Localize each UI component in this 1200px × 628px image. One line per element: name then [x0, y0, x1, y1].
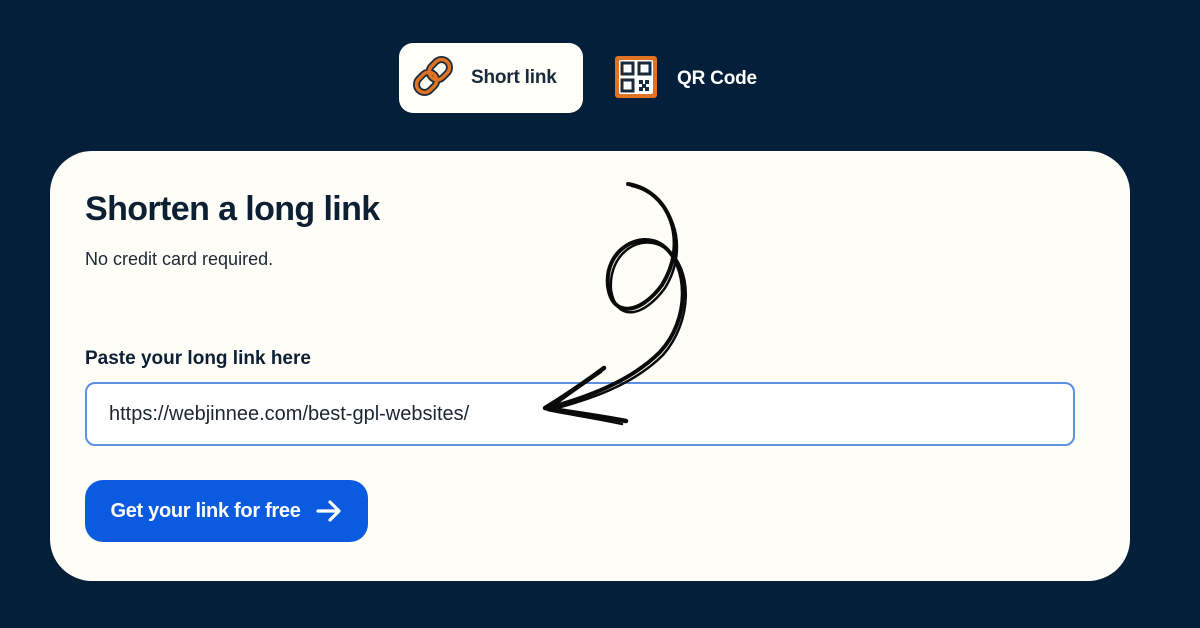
- tab-qr-code-label: QR Code: [677, 68, 757, 89]
- long-link-label: Paste your long link here: [85, 348, 311, 369]
- tab-qr-code[interactable]: QR Code: [604, 48, 774, 110]
- get-link-button[interactable]: Get your link for free: [85, 480, 368, 542]
- link-icon: [411, 54, 455, 103]
- long-link-input[interactable]: [85, 382, 1075, 446]
- get-link-button-label: Get your link for free: [110, 499, 301, 522]
- tab-short-link[interactable]: Short link: [399, 43, 583, 113]
- card-subtitle: No credit card required.: [85, 249, 274, 269]
- shorten-link-card: Shorten a long link No credit card requi…: [50, 151, 1130, 581]
- tab-short-link-label: Short link: [471, 67, 557, 88]
- qr-code-icon: [614, 55, 658, 104]
- card-title: Shorten a long link: [85, 190, 380, 228]
- arrow-right-icon: [315, 499, 343, 523]
